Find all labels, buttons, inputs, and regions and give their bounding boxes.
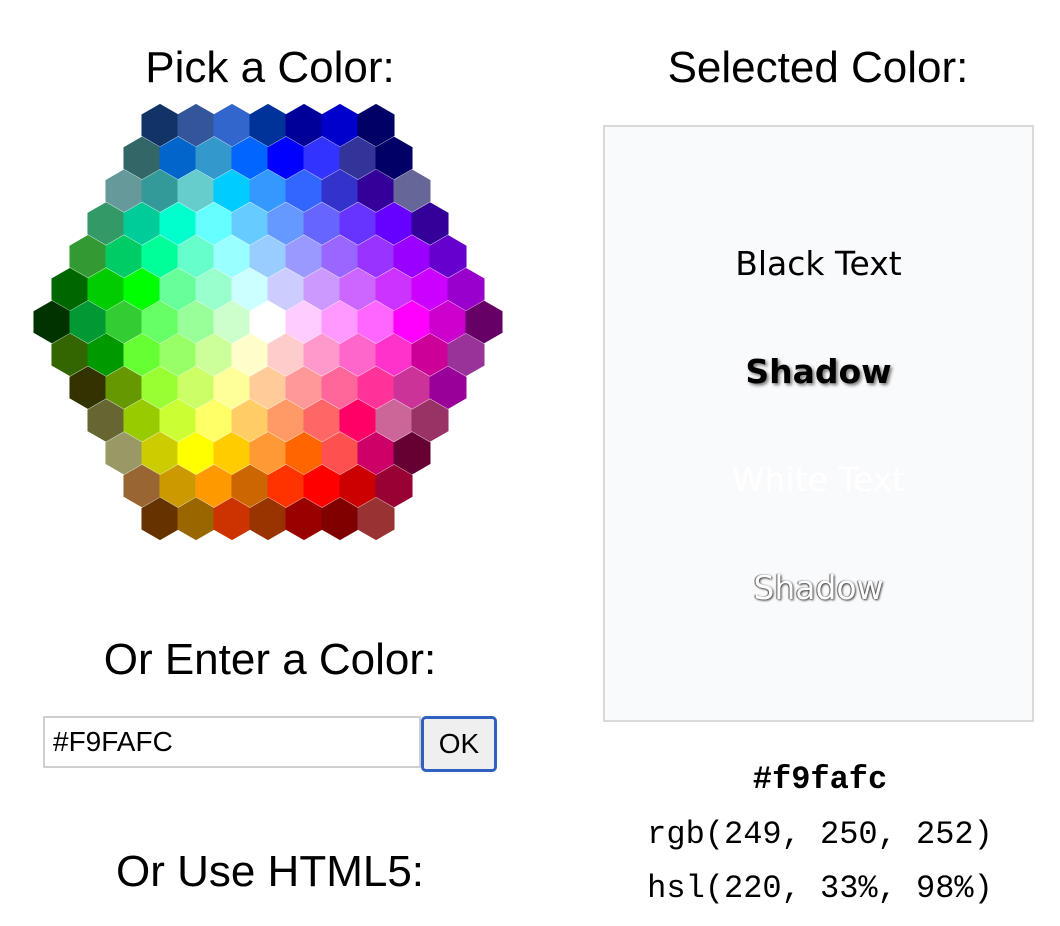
white-text-sample: White Text [731, 460, 906, 499]
rgb-value: rgb(249, 250, 252) [647, 816, 993, 853]
black-text-sample: Black Text [735, 244, 902, 283]
hex-value: #f9fafc [752, 761, 888, 798]
black-shadow-sample: Shadow [745, 352, 892, 391]
color-input-field[interactable] [43, 716, 421, 768]
html5-heading: Or Use HTML5: [115, 847, 425, 896]
selected-color-preview: Black Text Shadow White Text Shadow [603, 125, 1034, 722]
pick-color-heading: Pick a Color: [145, 43, 395, 92]
selected-color-heading: Selected Color: [667, 43, 969, 92]
ok-button[interactable]: OK [421, 716, 497, 772]
hsl-value: hsl(220, 33%, 98%) [647, 870, 993, 907]
enter-color-heading: Or Enter a Color: [103, 635, 437, 684]
white-shadow-sample: Shadow [753, 568, 884, 607]
